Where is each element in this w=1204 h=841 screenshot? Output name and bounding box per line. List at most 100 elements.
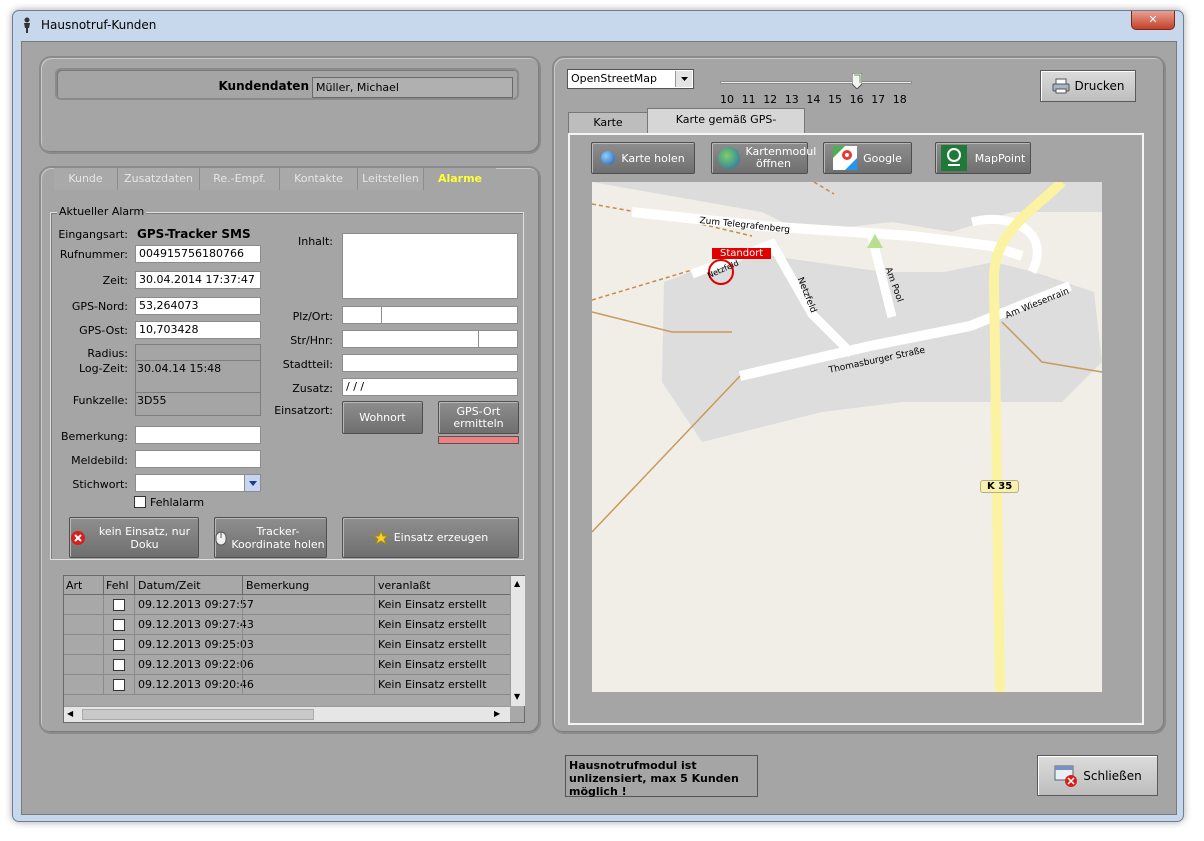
table-row[interactable]: 09.12.2013 09:25:03 Kein Einsatz erstellt	[64, 635, 510, 655]
logzeit-value: 30.04.14 15:48	[137, 362, 222, 375]
tab-karte-wohnort[interactable]: Karte Wohnort	[568, 112, 648, 149]
fehlalarm-checkbox[interactable]	[134, 496, 146, 508]
zusatz-field[interactable]: / / /	[342, 378, 518, 396]
window-title: Hausnotruf-Kunden	[41, 18, 157, 32]
gps-nord-field[interactable]: 53,264073	[135, 297, 261, 315]
zoom-thumb[interactable]	[851, 72, 863, 90]
bemerkung-field[interactable]	[135, 426, 261, 444]
scroll-down-icon[interactable]: ▼	[514, 692, 520, 701]
drucken-button[interactable]: Drucken	[1040, 70, 1136, 102]
col-art[interactable]: Art	[66, 579, 82, 592]
eingangsart-value: GPS-Tracker SMS	[137, 227, 251, 241]
scroll-left-icon[interactable]: ◀	[67, 709, 73, 718]
zeit-field[interactable]: 30.04.2014 17:37:47	[135, 271, 261, 289]
horizontal-scrollbar[interactable]: ◀ ▶	[64, 706, 510, 722]
gps-ort-button[interactable]: GPS-Ort ermitteln	[438, 401, 519, 434]
license-notice: Hausnotrufmodul ist unlizensiert, max 5 …	[565, 755, 758, 798]
mappoint-button[interactable]: MapPoint	[935, 142, 1031, 174]
table-row[interactable]: 09.12.2013 09:27:43 Kein Einsatz erstellt	[64, 615, 510, 635]
globe-icon	[601, 151, 616, 165]
alarm-history-grid: Art Fehl Datum/Zeit Bemerkung veranlaßt …	[63, 575, 525, 723]
eingangsart-label: Eingangsart:	[58, 228, 128, 241]
zeit-label: Zeit:	[102, 274, 128, 287]
map-view[interactable]: Standort Zum Telegrafenberg Thomasburger…	[592, 182, 1102, 692]
schliessen-button[interactable]: Schließen	[1037, 755, 1158, 796]
tracker-koordinate-button[interactable]: Tracker-Koordinate holen	[214, 517, 327, 558]
close-window-button[interactable]: ✕	[1131, 11, 1175, 30]
tab-zusatzdaten[interactable]: Zusatzdaten	[118, 168, 200, 190]
einsatz-erzeugen-button[interactable]: Einsatz erzeugen	[342, 517, 519, 558]
ort-field[interactable]	[381, 306, 518, 324]
table-row[interactable]: 09.12.2013 09:20:46 Kein Einsatz erstellt	[64, 675, 510, 695]
client-area: Kundendaten Müller, Michael Kunde Zusatz…	[21, 41, 1177, 815]
map-provider-select[interactable]: OpenStreetMap	[567, 69, 694, 89]
fehlalarm-label: Fehlalarm	[150, 496, 205, 509]
tab-kontakte[interactable]: Kontakte	[280, 168, 358, 190]
table-row[interactable]: 09.12.2013 09:27:57 Kein Einsatz erstellt	[64, 595, 510, 615]
vertical-scrollbar[interactable]: ▲ ▼	[510, 576, 525, 706]
veranlasst-cell: Kein Einsatz erstellt	[378, 598, 487, 611]
rufnummer-label: Rufnummer:	[59, 248, 128, 261]
zoom-tick-labels: 10 11 12 13 14 15 16 17 18	[718, 93, 914, 107]
rufnummer-field[interactable]: 004915756180766	[135, 245, 261, 263]
kein-einsatz-button[interactable]: kein Einsatz, nur Doku	[69, 517, 199, 558]
road-k35	[988, 182, 1066, 692]
table-row[interactable]: 09.12.2013 09:22:06 Kein Einsatz erstellt	[64, 655, 510, 675]
tab-alarme[interactable]: Alarme	[424, 168, 496, 190]
stadtteil-label: Stadtteil:	[282, 358, 333, 371]
inhalt-field[interactable]	[342, 233, 518, 299]
wohnort-button[interactable]: Wohnort	[342, 401, 423, 434]
veranlasst-cell: Kein Einsatz erstellt	[378, 618, 487, 631]
kundendaten-label: Kundendaten	[218, 79, 309, 93]
col-fehl[interactable]: Fehl	[106, 579, 129, 592]
logzeit-label: Log-Zeit:	[79, 362, 128, 375]
strasse-field[interactable]	[342, 330, 479, 348]
fehl-checkbox[interactable]	[113, 659, 125, 671]
fehl-checkbox[interactable]	[113, 639, 125, 651]
google-button[interactable]: Google	[823, 142, 912, 174]
tab-re-empf[interactable]: Re.-Empf.	[200, 168, 280, 190]
kartenmodul-button[interactable]: Kartenmodul öffnen	[711, 142, 817, 174]
tab-leitstellen[interactable]: Leitstellen	[358, 168, 424, 190]
zoom-tick-label: 12	[763, 93, 778, 106]
col-veranlasst[interactable]: veranlaßt	[378, 579, 431, 592]
stadtteil-field[interactable]	[342, 354, 518, 372]
google-label: Google	[863, 151, 902, 165]
scroll-up-icon[interactable]: ▲	[514, 579, 520, 588]
tab-karte-gps[interactable]: Karte gemäß GPS-Koordinaten	[647, 108, 805, 148]
plz-field[interactable]	[342, 306, 382, 324]
fehl-checkbox[interactable]	[113, 679, 125, 691]
scroll-thumb[interactable]	[82, 709, 314, 720]
zoom-slider[interactable]: 10 11 12 13 14 15 16 17 18	[718, 67, 914, 111]
hausnummer-field[interactable]	[478, 330, 518, 348]
zoom-tick-label: 11	[741, 93, 756, 106]
karte-holen-button[interactable]: Karte holen	[591, 142, 695, 174]
funkzelle-label: Funkzelle:	[72, 394, 128, 407]
star-icon	[372, 529, 389, 545]
scroll-right-icon[interactable]: ▶	[494, 709, 500, 718]
gps-ost-field[interactable]: 10,703428	[135, 321, 261, 339]
zoom-tick-label: 18	[892, 93, 907, 106]
col-bemerkung[interactable]: Bemerkung	[246, 579, 309, 592]
chevron-down-icon[interactable]	[244, 475, 260, 491]
zoom-tick-label: 16	[849, 93, 864, 106]
zoom-tick-label: 10	[720, 93, 734, 106]
chevron-down-icon[interactable]	[675, 71, 692, 87]
meldebild-label: Meldebild:	[71, 454, 128, 467]
stichwort-select[interactable]	[135, 474, 261, 492]
fehl-checkbox[interactable]	[113, 619, 125, 631]
earth-icon	[717, 147, 740, 169]
veranlasst-cell: Kein Einsatz erstellt	[378, 638, 487, 651]
datum-cell: 09.12.2013 09:20:46	[138, 678, 254, 691]
fehl-checkbox[interactable]	[113, 599, 125, 611]
stichwort-label: Stichwort:	[72, 478, 128, 491]
zoom-tick-label: 15	[828, 93, 842, 106]
col-datum[interactable]: Datum/Zeit	[138, 579, 201, 592]
road-badge-k35: K 35	[980, 480, 1020, 493]
kein-einsatz-label: kein Einsatz, nur Doku	[98, 524, 191, 551]
tab-kunde[interactable]: Kunde	[54, 168, 118, 190]
meldebild-field[interactable]	[135, 450, 261, 468]
inhalt-label: Inhalt:	[297, 235, 333, 248]
kartenmodul-label: Kartenmodul öffnen	[745, 145, 817, 170]
einsatz-erzeugen-label: Einsatz erzeugen	[393, 531, 489, 544]
